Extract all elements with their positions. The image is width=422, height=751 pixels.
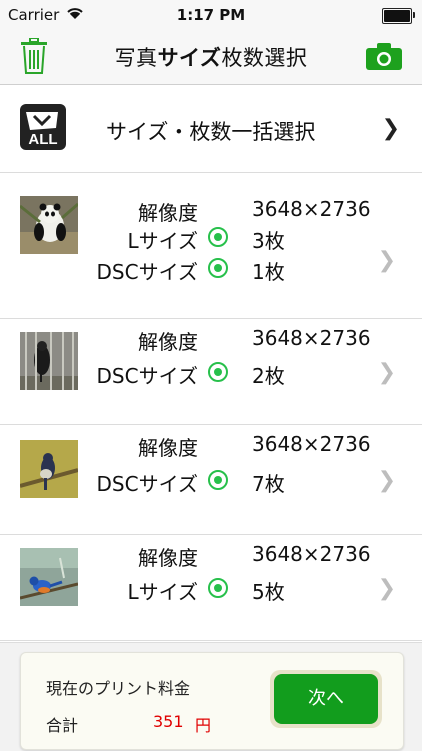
battery-icon xyxy=(382,8,415,24)
resolution-label: 解像度 xyxy=(138,436,198,460)
bulk-select-row[interactable]: ALL サイズ・枚数一括選択 ❯ xyxy=(0,86,422,173)
bulk-select-label: サイズ・枚数一括選択 xyxy=(106,120,316,144)
size-label: Lサイズ xyxy=(127,580,198,604)
photo-row[interactable]: 解像度 3648×2736 DSCサイズ 2枚 ❯ xyxy=(0,318,422,425)
chevron-right-icon: ❯ xyxy=(377,248,396,273)
resolution-label: 解像度 xyxy=(138,546,198,570)
total-unit: 円 xyxy=(195,716,212,735)
size-radio-selected[interactable] xyxy=(208,227,228,247)
size-label: DSCサイズ xyxy=(96,472,198,496)
total-amount: 351 xyxy=(153,712,184,731)
size-label: DSCサイズ xyxy=(96,260,198,284)
quantity-value: 1枚 xyxy=(252,260,285,284)
camera-icon[interactable] xyxy=(366,42,402,70)
next-button[interactable]: 次へ xyxy=(274,674,378,724)
bird-branch-photo xyxy=(20,440,78,498)
chevron-right-icon: ❯ xyxy=(381,116,400,141)
nav-bar: 写真サイズ枚数選択 xyxy=(0,30,422,85)
size-radio-selected[interactable] xyxy=(208,470,228,490)
photo-row[interactable]: 解像度 3648×2736 Lサイズ 5枚 ❯ xyxy=(0,534,422,641)
quantity-value: 7枚 xyxy=(252,472,285,496)
photo-row[interactable]: 解像度 3648×2736 Lサイズ 3枚 DSCサイズ 1枚 ❯ xyxy=(0,174,422,319)
all-badge-text: ALL xyxy=(28,131,57,148)
resolution-value: 3648×2736 xyxy=(252,542,371,566)
size-label: Lサイズ xyxy=(127,229,198,253)
total-label: 合計 xyxy=(46,716,79,735)
resolution-value: 3648×2736 xyxy=(252,197,371,221)
all-icon: ALL xyxy=(20,104,66,150)
chevron-right-icon: ❯ xyxy=(377,360,396,385)
size-radio-selected[interactable] xyxy=(208,362,228,382)
resolution-value: 3648×2736 xyxy=(252,326,371,350)
resolution-value: 3648×2736 xyxy=(252,432,371,456)
clock: 1:17 PM xyxy=(176,6,246,24)
panda-photo xyxy=(20,196,78,254)
status-bar: Carrier 1:17 PM xyxy=(0,0,422,30)
all-badge-graphic: ALL xyxy=(26,112,58,148)
photo-row[interactable]: 解像度 3648×2736 DSCサイズ 7枚 ❯ xyxy=(0,424,422,535)
bird-blue-photo xyxy=(20,548,78,606)
resolution-label: 解像度 xyxy=(138,330,198,354)
quantity-value: 5枚 xyxy=(252,580,285,604)
quantity-value: 3枚 xyxy=(252,229,285,253)
chevron-right-icon: ❯ xyxy=(377,576,396,601)
bird-cage-photo xyxy=(20,332,78,390)
size-label: DSCサイズ xyxy=(96,364,198,388)
size-radio-selected[interactable] xyxy=(208,578,228,598)
size-radio-selected[interactable] xyxy=(208,258,228,278)
page-title: 写真サイズ枚数選択 xyxy=(114,46,308,70)
next-button-frame: 次へ xyxy=(270,670,382,728)
price-title: 現在のプリント料金 xyxy=(46,679,191,698)
chevron-right-icon: ❯ xyxy=(377,468,396,493)
quantity-value: 2枚 xyxy=(252,364,285,388)
resolution-label: 解像度 xyxy=(138,201,198,225)
